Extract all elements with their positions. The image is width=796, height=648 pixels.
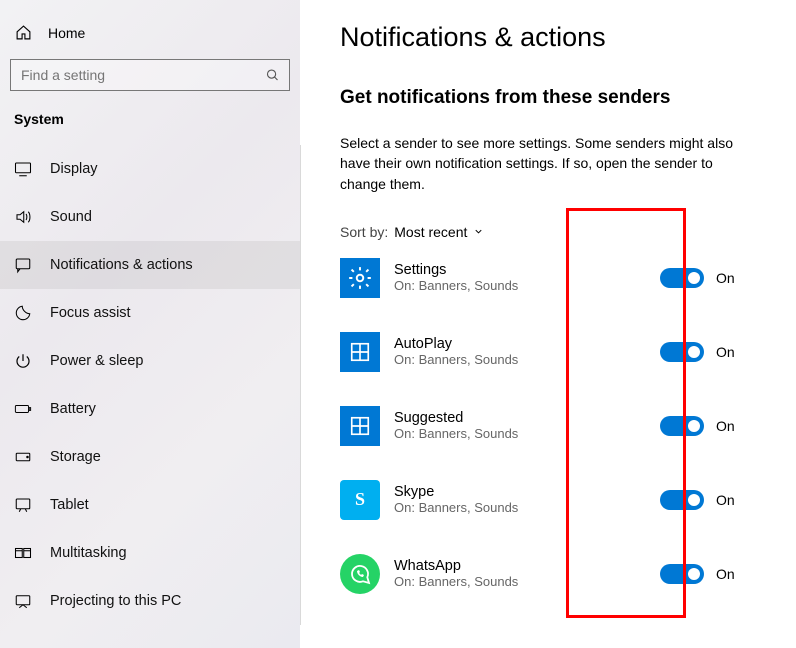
- sidebar-item-label: Storage: [50, 449, 101, 465]
- sender-name: WhatsApp: [394, 558, 646, 574]
- display-icon: [14, 160, 32, 178]
- focus-assist-icon: [14, 304, 32, 322]
- sender-row-autoplay[interactable]: AutoPlay On: Banners, Sounds On: [340, 332, 756, 372]
- sidebar-item-multitasking[interactable]: Multitasking: [0, 529, 300, 577]
- search-input[interactable]: [10, 59, 290, 91]
- toggle-state: On: [716, 566, 735, 582]
- skype-app-icon: S: [340, 480, 380, 520]
- toggle-state: On: [716, 492, 735, 508]
- battery-icon: [14, 400, 32, 418]
- sound-icon: [14, 208, 32, 226]
- home-nav[interactable]: Home: [0, 18, 300, 59]
- sender-list: Settings On: Banners, Sounds On AutoPlay…: [340, 258, 756, 594]
- suggested-app-icon: [340, 406, 380, 446]
- sender-name: Skype: [394, 484, 646, 500]
- section-description: Select a sender to see more settings. So…: [340, 133, 756, 194]
- sidebar: Home System Display Sound Notif: [0, 0, 300, 648]
- section-title: System: [0, 109, 300, 145]
- whatsapp-app-icon: [340, 554, 380, 594]
- nav-list: Display Sound Notifications & actions Fo…: [0, 145, 301, 625]
- sidebar-item-power-sleep[interactable]: Power & sleep: [0, 337, 300, 385]
- toggle-suggested[interactable]: [660, 416, 704, 436]
- sidebar-item-label: Power & sleep: [50, 353, 144, 369]
- sort-value-text: Most recent: [394, 224, 467, 240]
- sidebar-item-battery[interactable]: Battery: [0, 385, 300, 433]
- toggle-settings[interactable]: [660, 268, 704, 288]
- sender-sub: On: Banners, Sounds: [394, 500, 646, 515]
- chevron-down-icon: [473, 226, 484, 237]
- sender-row-suggested[interactable]: Suggested On: Banners, Sounds On: [340, 406, 756, 446]
- power-icon: [14, 352, 32, 370]
- sidebar-item-storage[interactable]: Storage: [0, 433, 300, 481]
- toggle-skype[interactable]: [660, 490, 704, 510]
- toggle-state: On: [716, 344, 735, 360]
- sidebar-item-label: Sound: [50, 209, 92, 225]
- projecting-icon: [14, 592, 32, 610]
- main-content: Notifications & actions Get notification…: [300, 0, 796, 648]
- sort-row: Sort by: Most recent: [340, 224, 756, 240]
- page-title: Notifications & actions: [340, 22, 756, 53]
- tablet-icon: [14, 496, 32, 514]
- sidebar-item-notifications[interactable]: Notifications & actions: [0, 241, 300, 289]
- sidebar-item-label: Projecting to this PC: [50, 593, 181, 609]
- sort-label: Sort by:: [340, 224, 388, 240]
- toggle-state: On: [716, 270, 735, 286]
- autoplay-app-icon: [340, 332, 380, 372]
- sidebar-item-projecting[interactable]: Projecting to this PC: [0, 577, 300, 625]
- sort-dropdown[interactable]: Most recent: [394, 224, 484, 240]
- sender-sub: On: Banners, Sounds: [394, 352, 646, 367]
- sender-row-settings[interactable]: Settings On: Banners, Sounds On: [340, 258, 756, 298]
- sidebar-item-display[interactable]: Display: [0, 145, 300, 193]
- sender-row-whatsapp[interactable]: WhatsApp On: Banners, Sounds On: [340, 554, 756, 594]
- sender-row-skype[interactable]: S Skype On: Banners, Sounds On: [340, 480, 756, 520]
- multitasking-icon: [14, 544, 32, 562]
- sender-name: AutoPlay: [394, 336, 646, 352]
- toggle-whatsapp[interactable]: [660, 564, 704, 584]
- sender-sub: On: Banners, Sounds: [394, 278, 646, 293]
- home-label: Home: [48, 25, 85, 41]
- sidebar-item-focus-assist[interactable]: Focus assist: [0, 289, 300, 337]
- sidebar-item-label: Display: [50, 161, 98, 177]
- storage-icon: [14, 448, 32, 466]
- notifications-icon: [14, 256, 32, 274]
- sidebar-item-sound[interactable]: Sound: [0, 193, 300, 241]
- svg-text:S: S: [355, 489, 365, 509]
- settings-app-icon: [340, 258, 380, 298]
- sidebar-item-label: Focus assist: [50, 305, 131, 321]
- sidebar-item-label: Battery: [50, 401, 96, 417]
- sidebar-item-label: Multitasking: [50, 545, 127, 561]
- sidebar-item-tablet[interactable]: Tablet: [0, 481, 300, 529]
- sidebar-item-label: Notifications & actions: [50, 257, 193, 273]
- sender-name: Settings: [394, 262, 646, 278]
- section-subheading: Get notifications from these senders: [340, 87, 756, 109]
- sender-sub: On: Banners, Sounds: [394, 426, 646, 441]
- sender-sub: On: Banners, Sounds: [394, 574, 646, 589]
- toggle-autoplay[interactable]: [660, 342, 704, 362]
- toggle-state: On: [716, 418, 735, 434]
- home-icon: [14, 24, 32, 41]
- sidebar-item-label: Tablet: [50, 497, 89, 513]
- sender-name: Suggested: [394, 410, 646, 426]
